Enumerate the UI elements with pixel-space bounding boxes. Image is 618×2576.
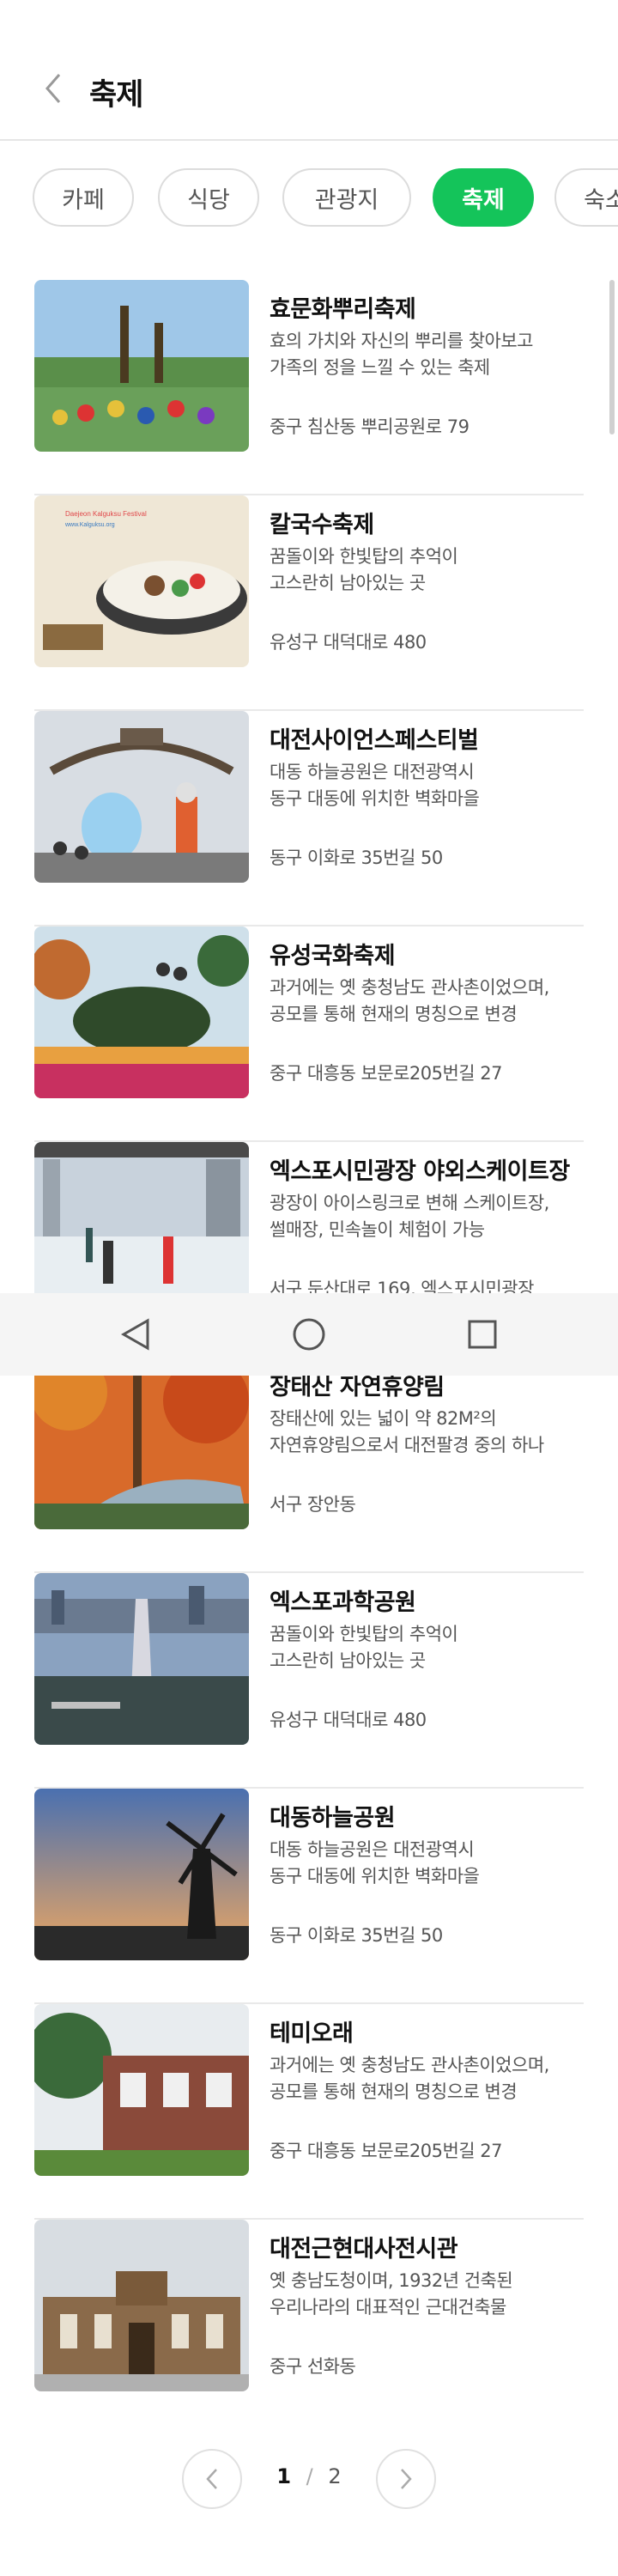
current-page: 1: [276, 2464, 292, 2488]
list-item[interactable]: 대동하늘공원 대동 하늘공원은 대전광역시 동구 대동에 위치한 벽화마을 동구 …: [34, 1789, 584, 2004]
item-description: 대동 하늘공원은 대전광역시 동구 대동에 위치한 벽화마을: [270, 762, 480, 809]
item-title: 엑스포과학공원: [270, 1589, 416, 1616]
item-address: 중구 대흥동 보문로205번길 27: [270, 2141, 503, 2161]
tab-tourist-spot[interactable]: 관광지: [282, 168, 411, 227]
scrollbar[interactable]: [609, 280, 615, 434]
tab-festival[interactable]: 축제: [433, 168, 534, 227]
item-address: 서구 장안동: [270, 1494, 356, 1515]
item-description: 과거에는 옛 충청남도 관사촌이었으며, 공모를 통해 현재의 명칭으로 변경: [270, 977, 549, 1024]
item-title: 대전사이언스페스티벌: [270, 727, 479, 754]
item-description: 대동 하늘공원은 대전광역시 동구 대동에 위치한 벽화마을: [270, 1839, 480, 1886]
total-pages: 2: [328, 2464, 342, 2488]
next-page-button[interactable]: [376, 2449, 436, 2509]
list-item[interactable]: 테미오래 과거에는 옛 충청남도 관사촌이었으며, 공모를 통해 현재의 명칭으로…: [34, 2004, 584, 2220]
list-item[interactable]: 효문화뿌리축제 효의 가치와 자신의 뿌리를 찾아보고 가족의 정을 느낄 수 있…: [34, 280, 584, 495]
list-item[interactable]: 대전근현대사전시관 옛 충남도청이며, 1932년 건축된 우리나라의 대표적인 …: [34, 2220, 584, 2435]
festival-thumbnail: [34, 2220, 249, 2391]
list-item[interactable]: 유성국화축제 과거에는 옛 충청남도 관사촌이었으며, 공모를 통해 현재의 명칭…: [34, 927, 584, 1142]
pagination: 1 / 2: [0, 2449, 618, 2509]
prev-page-button[interactable]: [182, 2449, 242, 2509]
item-address: 중구 선화동: [270, 2356, 356, 2377]
nav-back-button[interactable]: [112, 1310, 160, 1358]
festival-thumbnail: [34, 1358, 249, 1529]
nav-home-button[interactable]: [285, 1310, 333, 1358]
item-title: 유성국화축제: [270, 943, 396, 969]
item-address: 동구 이화로 35번길 50: [270, 848, 443, 868]
item-title: 칼국수축제: [270, 512, 374, 538]
item-title: 효문화뿌리축제: [270, 296, 416, 323]
festival-thumbnail: [34, 927, 249, 1098]
item-address: 중구 침산동 뿌리공원로 79: [270, 416, 470, 437]
item-description: 옛 충남도청이며, 1932년 건축된 우리나라의 대표적인 근대건축물: [270, 2270, 513, 2318]
festival-thumbnail: [34, 2004, 249, 2176]
page-separator: /: [306, 2464, 313, 2488]
item-description: 효의 가치와 자신의 뿌리를 찾아보고 가족의 정을 느낄 수 있는 축제: [270, 331, 534, 378]
triangle-back-icon: [120, 1318, 149, 1351]
list-item[interactable]: Daejeon Kalguksu Festival www.Kalguksu.o…: [34, 495, 584, 711]
item-address: 동구 이화로 35번길 50: [270, 1925, 443, 1946]
item-title: 대동하늘공원: [270, 1805, 396, 1832]
festival-thumbnail: [34, 1573, 249, 1745]
item-address: 중구 대흥동 보문로205번길 27: [270, 1063, 503, 1084]
list-item[interactable]: 대전사이언스페스티벌 대동 하늘공원은 대전광역시 동구 대동에 위치한 벽화마을…: [34, 711, 584, 927]
tab-restaurant[interactable]: 식당: [158, 168, 259, 227]
item-title: 테미오래: [270, 2020, 354, 2047]
item-address: 유성구 대덕대로 480: [270, 632, 427, 653]
item-description: 장태산에 있는 넓이 약 82M²의 자연휴양림으로서 대전팔경 중의 하나: [270, 1408, 544, 1455]
list-item[interactable]: 장태산 자연휴양림 장태산에 있는 넓이 약 82M²의 자연휴양림으로서 대전팔…: [34, 1358, 584, 1573]
back-button[interactable]: [36, 67, 70, 110]
thumbnail-caption: Daejeon Kalguksu Festival: [65, 510, 147, 518]
festival-thumbnail: [34, 1142, 249, 1314]
page-indicator: 1 / 2: [258, 2464, 360, 2488]
chevron-left-icon: [45, 74, 61, 103]
square-recent-icon: [468, 1320, 497, 1349]
item-description: 꿈돌이와 한빛탑의 추억이 고스란히 남아있는 곳: [270, 1624, 458, 1671]
app-header: 축제: [0, 0, 618, 141]
item-description: 꿈돌이와 한빛탑의 추억이 고스란히 남아있는 곳: [270, 546, 458, 593]
festival-thumbnail: [34, 1789, 249, 1960]
item-title: 엑스포시민광장 야외스케이트장: [270, 1158, 570, 1185]
list-item[interactable]: 엑스포과학공원 꿈돌이와 한빛탑의 추억이 고스란히 남아있는 곳 유성구 대덕대…: [34, 1573, 584, 1789]
item-title: 대전근현대사전시관: [270, 2236, 458, 2263]
festival-thumbnail: [34, 280, 249, 452]
item-description: 과거에는 옛 충청남도 관사촌이었으며, 공모를 통해 현재의 명칭으로 변경: [270, 2055, 549, 2102]
festival-thumbnail: [34, 711, 249, 883]
thumbnail-caption: www.Kalguksu.org: [64, 522, 115, 528]
system-navigation-bar: [0, 1293, 618, 1376]
page-title: 축제: [89, 78, 143, 112]
festival-thumbnail: Daejeon Kalguksu Festival www.Kalguksu.o…: [34, 495, 249, 667]
item-address: 유성구 대덕대로 480: [270, 1710, 427, 1730]
tab-cafe[interactable]: 카페: [33, 168, 134, 227]
category-tabs: 카페 식당 관광지 축제 숙소: [33, 168, 618, 230]
item-description: 광장이 아이스링크로 변해 스케이트장, 썰매장, 민속놀이 체험이 가능: [270, 1193, 549, 1240]
chevron-right-icon: [401, 2469, 412, 2489]
circle-home-icon: [293, 1318, 325, 1351]
tab-lodging[interactable]: 숙소: [554, 168, 618, 227]
chevron-left-icon: [206, 2469, 217, 2489]
nav-recent-apps-button[interactable]: [458, 1310, 506, 1358]
